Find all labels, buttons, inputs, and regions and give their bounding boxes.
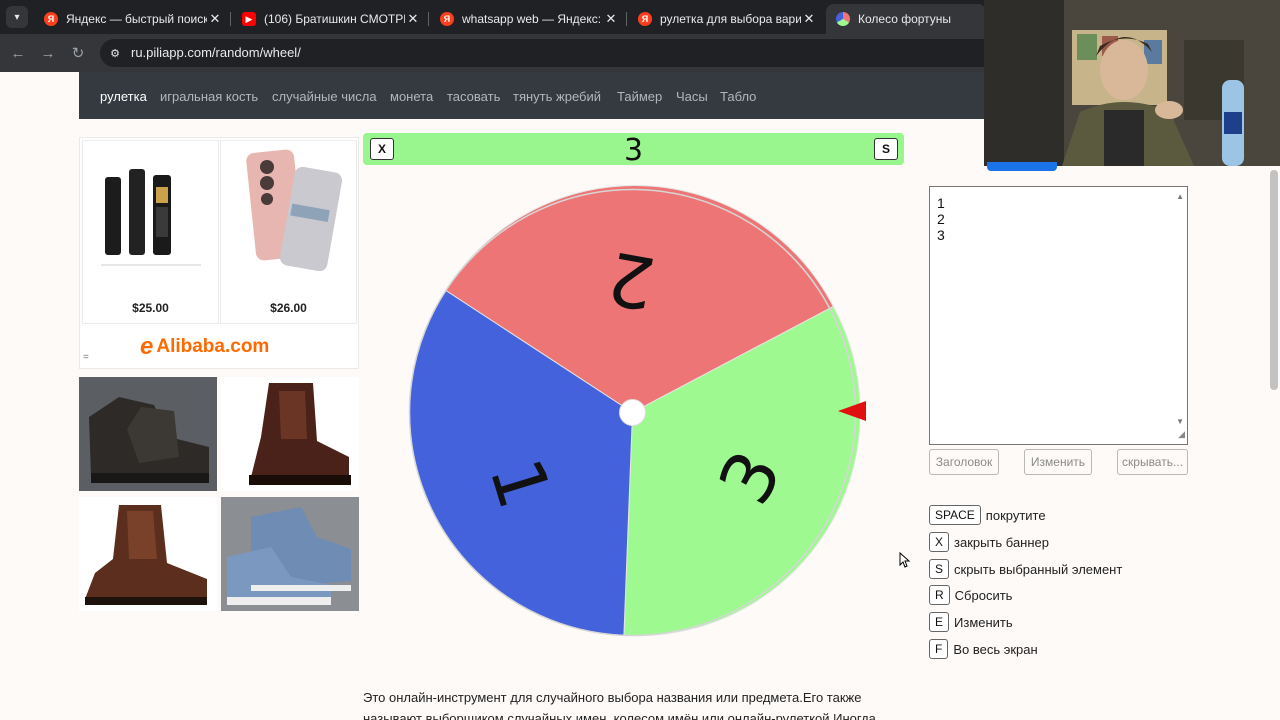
action-button-edge[interactable]	[987, 162, 1057, 171]
shortcut-desc: скрыть выбранный элемент	[954, 561, 1123, 577]
browser-tab-3[interactable]: Я whatsapp web — Яндекс: нашл ✕	[430, 4, 625, 34]
close-tab-icon[interactable]: ✕	[207, 11, 223, 27]
ad-product-1[interactable]: $25.00	[82, 140, 219, 324]
tab-divider	[230, 12, 231, 26]
boots-ad[interactable]	[79, 377, 361, 612]
option-line: 3	[937, 227, 945, 243]
alibaba-brand: Alibaba.com	[156, 336, 270, 357]
description-text: Это онлайн-инструмент для случайного выб…	[363, 690, 876, 720]
page-scrollbar[interactable]	[1270, 170, 1278, 390]
shortcut-r: R Сбросить	[929, 585, 1012, 605]
shortcut-x: X закрыть баннер	[929, 532, 1049, 552]
shortcut-desc: Изменить	[954, 614, 1013, 630]
alibaba-logo[interactable]: e Alibaba.com	[140, 333, 270, 360]
alibaba-ad[interactable]: $25.00 $26.00 e Alibaba.com =	[79, 137, 359, 369]
browser-tab-5-active[interactable]: Колесо фортуны	[826, 4, 986, 34]
product-price: $26.00	[270, 301, 307, 315]
shortcut-space: SPACE покрутите	[929, 505, 1046, 525]
site-settings-icon[interactable]: ⚙	[108, 46, 122, 60]
reload-icon[interactable]: ↻	[68, 43, 88, 63]
boot-image-2[interactable]	[221, 377, 359, 491]
browser-tab-2[interactable]: ▶ (106) Братишкин СМОТРИТ ТИ ✕	[232, 4, 427, 34]
url-input[interactable]: ⚙ ru.piliapp.com/random/wheel/	[100, 39, 1000, 67]
shortcut-key[interactable]: X	[929, 532, 950, 552]
shortcut-desc: закрыть баннер	[954, 534, 1050, 550]
hide-selected-button[interactable]: S	[874, 138, 898, 160]
ad-product-2[interactable]: $26.00	[220, 140, 357, 324]
forward-arrow-icon[interactable]: →	[38, 43, 58, 63]
pink-phone-image	[229, 147, 349, 271]
nav-item-draw-lots[interactable]: тянуть жребий	[513, 89, 601, 104]
scroll-up-icon[interactable]: ▲	[1176, 189, 1184, 205]
back-arrow-icon[interactable]: ←	[8, 43, 28, 63]
tab-divider	[626, 12, 627, 26]
alibaba-logo-mark: e	[140, 333, 154, 360]
product-price: $25.00	[132, 301, 169, 315]
option-line: 1	[937, 195, 945, 211]
nav-item-dice[interactable]: игральная кость	[160, 89, 258, 104]
fortune-wheel[interactable]: 2 3 1	[405, 185, 860, 640]
nav-item-coin[interactable]: монета	[390, 89, 433, 104]
tab-search-chevron-icon[interactable]: ▾	[6, 6, 28, 28]
wheel-pointer-icon	[838, 401, 866, 421]
browser-tab-1[interactable]: Я Яндекс — быстрый поиск в ин ✕	[34, 4, 229, 34]
shortcut-e: E Изменить	[929, 612, 1013, 632]
nav-item-timer[interactable]: Таймер	[617, 89, 662, 104]
result-banner: X 3 S	[363, 133, 904, 168]
nav-item-scoreboard[interactable]: Табло	[720, 89, 756, 104]
yandex-icon: Я	[44, 12, 58, 26]
ad-choices-icon[interactable]: =	[83, 352, 89, 363]
boot-image-1[interactable]	[79, 377, 217, 491]
shortcut-f: F Во весь экран	[929, 639, 1038, 659]
boot-image-4[interactable]	[221, 497, 359, 611]
hide-button[interactable]: скрывать...	[1117, 449, 1188, 475]
mouse-cursor-icon	[899, 552, 911, 568]
boot-image-3[interactable]	[79, 497, 217, 611]
shortcut-key[interactable]: S	[929, 559, 950, 579]
youtube-icon: ▶	[242, 12, 256, 26]
phone-set-image	[91, 147, 211, 271]
wheel-favicon	[836, 12, 850, 26]
shortcut-key[interactable]: E	[929, 612, 950, 632]
nav-item-clock[interactable]: Часы	[676, 89, 708, 104]
options-textarea[interactable]: 1 2 3 ▲ ▼ ◢	[929, 186, 1188, 445]
nav-item-shuffle[interactable]: тасовать	[447, 89, 500, 104]
shortcut-desc: покрутите	[985, 507, 1046, 523]
shortcut-key[interactable]: F	[929, 639, 949, 659]
webcam-overlay	[984, 0, 1280, 166]
shortcut-desc: Сбросить	[954, 587, 1013, 603]
resize-handle-icon[interactable]: ◢	[1178, 426, 1185, 442]
shortcut-s: S скрыть выбранный элемент	[929, 559, 1122, 579]
close-tab-icon[interactable]: ✕	[801, 11, 817, 27]
shortcut-key[interactable]: SPACE	[929, 505, 981, 525]
nav-item-wheel[interactable]: рулетка	[100, 89, 147, 104]
site-navigation: рулетка игральная кость случайные числа …	[79, 72, 984, 119]
edit-button[interactable]: Изменить	[1024, 449, 1092, 475]
close-tab-icon[interactable]: ✕	[405, 11, 421, 27]
tab-divider	[428, 12, 429, 26]
yandex-icon: Я	[440, 12, 454, 26]
yandex-icon: Я	[638, 12, 652, 26]
nav-item-random-numbers[interactable]: случайные числа	[272, 89, 377, 104]
wheel-hub	[619, 399, 646, 426]
browser-tab-4[interactable]: Я рулетка для выбора варианто ✕	[628, 4, 823, 34]
title-button[interactable]: Заголовок	[929, 449, 999, 475]
selected-result: 3	[623, 133, 644, 168]
close-tab-icon[interactable]: ✕	[603, 11, 619, 27]
shortcut-desc: Во весь экран	[953, 641, 1038, 657]
option-line: 2	[937, 211, 945, 227]
shortcut-key[interactable]: R	[929, 585, 950, 605]
